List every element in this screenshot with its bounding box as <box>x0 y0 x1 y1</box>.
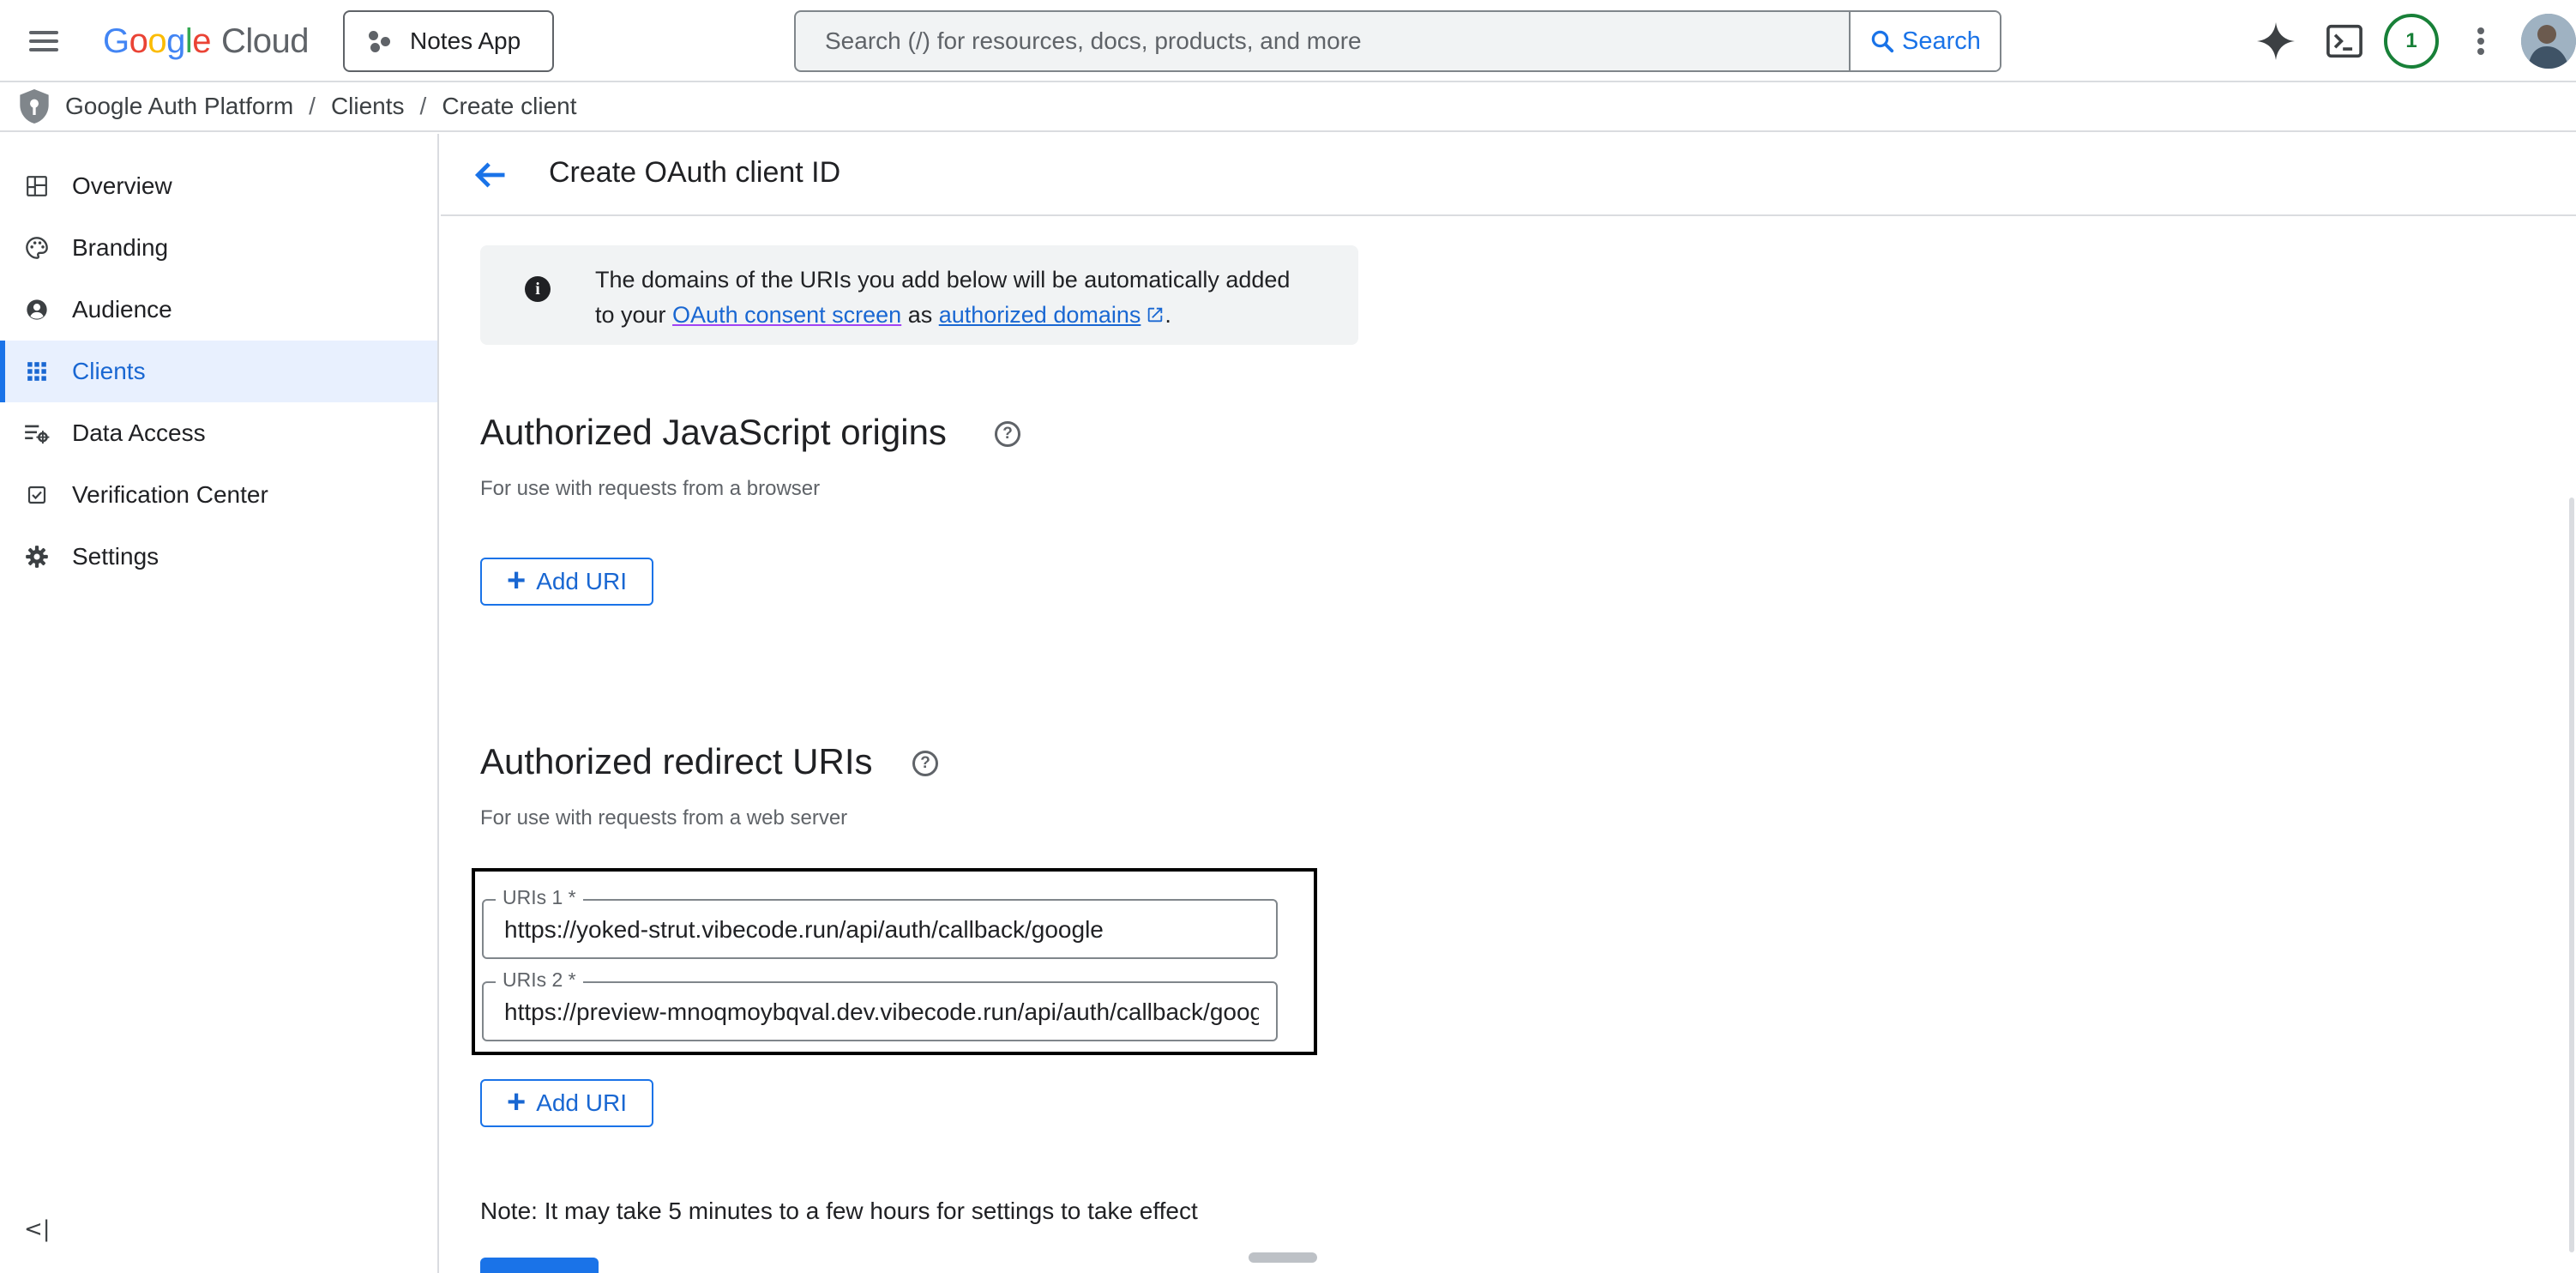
redirect-uris-group: URIs 1 * URIs 2 * <box>472 868 1317 1055</box>
palette-icon <box>24 235 50 261</box>
sidebar-item-audience[interactable]: Audience <box>0 279 437 341</box>
js-origins-title: Authorized JavaScript origins <box>480 412 947 452</box>
project-name: Notes App <box>410 27 521 54</box>
info-banner: i The domains of the URIs you add below … <box>480 245 1358 345</box>
data-access-icon <box>24 420 50 446</box>
breadcrumb-google-auth-platform[interactable]: Google Auth Platform <box>65 93 293 120</box>
add-js-origin-uri-button[interactable]: + Add URI <box>480 558 653 606</box>
add-redirect-uri-button[interactable]: + Add URI <box>480 1079 653 1127</box>
collapse-sidebar-icon[interactable]: <| <box>24 1216 51 1242</box>
sidebar-item-label: Clients <box>72 358 146 384</box>
sidebar-item-label: Overview <box>72 172 172 199</box>
info-text-part: . <box>1165 302 1171 328</box>
sidebar-item-label: Audience <box>72 296 172 323</box>
shield-icon <box>20 89 49 124</box>
search-button[interactable]: Search <box>1849 12 2000 70</box>
sidebar-item-data-access[interactable]: Data Access <box>0 402 437 464</box>
add-uri-label: Add URI <box>536 568 628 594</box>
breadcrumb-clients[interactable]: Clients <box>331 93 405 120</box>
redirect-uri-input-1[interactable] <box>504 909 1259 950</box>
redirect-uri-field-1: URIs 1 * <box>482 886 1278 959</box>
settings-delay-note: Note: It may take 5 minutes to a few hou… <box>480 1198 1198 1224</box>
search-button-label: Search <box>1902 27 1981 55</box>
redirect-uris-subtitle: For use with requests from a web server <box>480 806 848 830</box>
page-header: Create OAuth client ID <box>441 134 2576 216</box>
sidebar-item-overview[interactable]: Overview <box>0 155 437 217</box>
add-uri-label: Add URI <box>536 1089 628 1116</box>
avatar-image <box>2521 14 2576 69</box>
search-icon <box>1871 30 1894 53</box>
sidebar-item-branding[interactable]: Branding <box>0 217 437 279</box>
dashboard-icon <box>24 173 50 199</box>
gear-icon <box>24 544 50 570</box>
sidebar-item-label: Branding <box>72 234 169 261</box>
breadcrumb-separator: / <box>309 93 316 119</box>
info-icon: i <box>525 276 551 302</box>
authorized-domains-link-label: authorized domains <box>938 302 1141 328</box>
breadcrumb-separator: / <box>419 93 427 119</box>
help-icon[interactable]: ? <box>995 421 1020 447</box>
search-bar: Search <box>794 10 2001 72</box>
logo-google-text: Google <box>103 21 212 60</box>
sidebar-item-settings[interactable]: Settings <box>0 526 437 588</box>
sidebar-item-label: Verification Center <box>72 481 268 508</box>
project-picker-button[interactable]: Notes App <box>343 10 554 72</box>
page-title: Create OAuth client ID <box>549 156 841 189</box>
external-link-icon <box>1148 307 1163 323</box>
oauth-consent-screen-link[interactable]: OAuth consent screen <box>672 302 901 328</box>
gemini-sparkle-icon[interactable] <box>2255 21 2296 62</box>
redirect-uri-input-2[interactable] <box>504 992 1259 1033</box>
breadcrumb-create-client: Create client <box>442 93 577 119</box>
account-circle-icon <box>24 297 50 323</box>
vertical-scrollbar[interactable] <box>2569 498 2574 1252</box>
breadcrumb: Google Auth Platform / Clients / Create … <box>0 82 2576 132</box>
redirect-uri-field-label: URIs 1 * <box>496 886 583 909</box>
back-arrow-icon[interactable] <box>472 156 509 194</box>
sidebar-item-label: Settings <box>72 543 159 570</box>
top-app-bar: Google Cloud Notes App Search 1 <box>0 0 2576 82</box>
notification-count-badge[interactable]: 1 <box>2384 14 2439 69</box>
create-button[interactable] <box>480 1258 599 1273</box>
js-origins-subtitle: For use with requests from a browser <box>480 477 821 500</box>
redirect-uri-field-2: URIs 2 * <box>482 968 1278 1041</box>
account-avatar[interactable] <box>2521 14 2576 69</box>
apps-grid-icon <box>24 359 50 384</box>
authorized-domains-link[interactable]: authorized domains <box>939 302 1165 328</box>
verified-checkbox-icon <box>24 482 50 508</box>
plus-icon: + <box>506 1083 527 1120</box>
project-icon <box>369 29 393 53</box>
info-text-part: as <box>901 302 939 328</box>
horizontal-scrollbar[interactable] <box>1249 1252 1317 1263</box>
logo-cloud-text: Cloud <box>221 21 310 60</box>
info-text: The domains of the URIs you add below wi… <box>595 262 1333 333</box>
sidebar-item-clients[interactable]: Clients <box>0 341 437 402</box>
info-text-part: to your <box>595 302 673 328</box>
google-cloud-logo[interactable]: Google Cloud <box>103 19 310 63</box>
sidebar-item-verification-center[interactable]: Verification Center <box>0 464 437 526</box>
info-text-line-1: The domains of the URIs you add below wi… <box>595 267 1291 293</box>
main-menu-icon[interactable] <box>26 24 60 58</box>
redirect-uris-title: Authorized redirect URIs <box>480 741 873 781</box>
sidebar-item-label: Data Access <box>72 419 206 446</box>
cloud-shell-terminal-icon[interactable] <box>2326 24 2363 58</box>
search-input[interactable] <box>796 12 1849 70</box>
sidebar: Overview Branding Audience Clients Data … <box>0 134 439 1273</box>
redirect-uri-field-label: URIs 2 * <box>496 968 583 992</box>
help-icon[interactable]: ? <box>912 751 938 776</box>
plus-icon: + <box>506 562 527 599</box>
more-options-icon[interactable] <box>2468 22 2494 60</box>
